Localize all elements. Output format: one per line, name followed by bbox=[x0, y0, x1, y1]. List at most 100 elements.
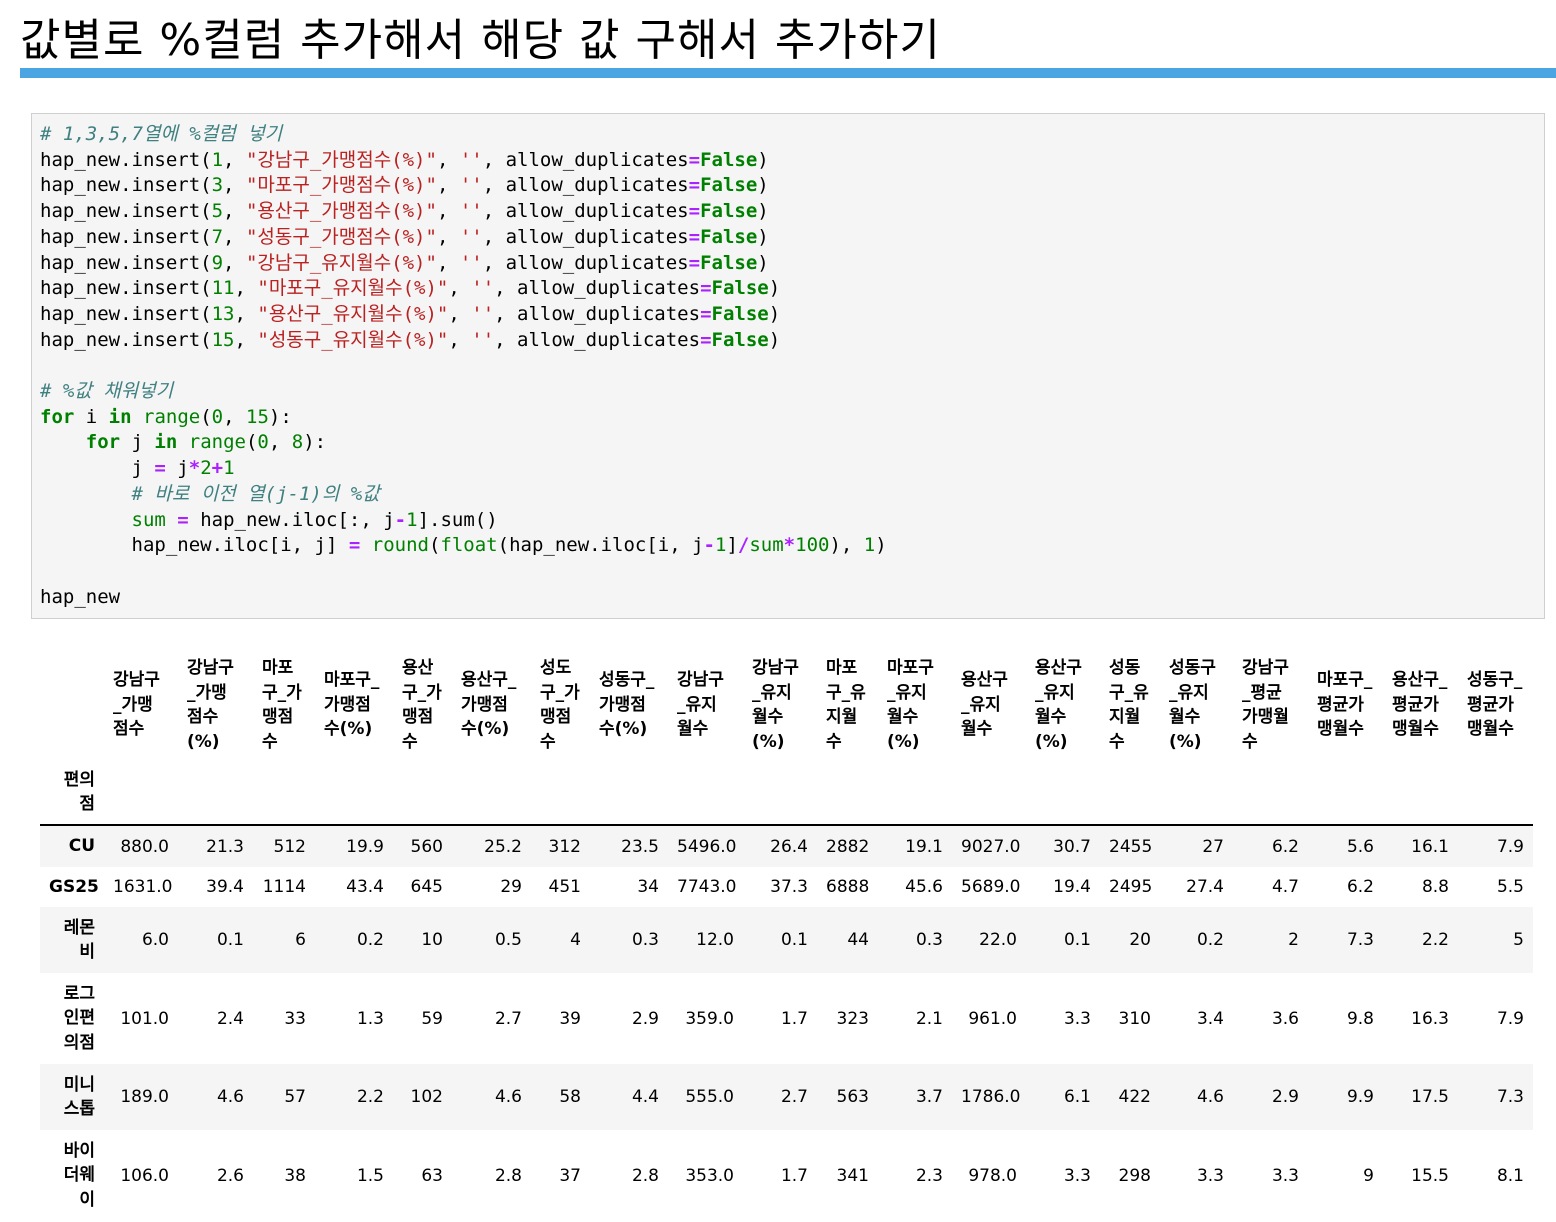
code-line: # 1,3,5,7열에 %컬럼 넣기 bbox=[40, 123, 282, 145]
table-cell: 353.0 bbox=[685, 1165, 734, 1186]
table-cell: 2.2 bbox=[1421, 930, 1449, 950]
table-cell: 10 bbox=[421, 930, 443, 950]
table-cell: 310 bbox=[1118, 1008, 1151, 1029]
table-cell: 2495 bbox=[1109, 877, 1153, 897]
code-token: hap_new.insert( bbox=[40, 174, 212, 197]
code-token: 100 bbox=[795, 534, 830, 557]
code-token: ) bbox=[757, 174, 769, 197]
code-editor[interactable]: # 1,3,5,7열에 %컬럼 넣기 hap_new.insert(1, "강남… bbox=[32, 114, 1544, 610]
index-name-spacer bbox=[104, 760, 1533, 826]
code-token: False bbox=[700, 251, 758, 274]
table-cell: 2.8 bbox=[494, 1165, 522, 1186]
code-line: hap_new.insert(3, "마포구_가맹점수(%)", '', all… bbox=[40, 174, 769, 196]
code-line: hap_new.insert(11, "마포구_유지월수(%)", '', al… bbox=[40, 277, 780, 299]
code-token: False bbox=[711, 302, 769, 325]
code-token: , bbox=[436, 148, 460, 171]
code-token: , bbox=[234, 328, 258, 351]
table-cell: 6 bbox=[295, 930, 306, 950]
code-token: = bbox=[700, 302, 712, 325]
code-token: , bbox=[223, 174, 246, 197]
table-cell: 7.3 bbox=[1346, 930, 1374, 950]
table-cell: 0.2 bbox=[1196, 930, 1224, 950]
code-token: hap_new.insert( bbox=[40, 148, 212, 171]
column-header: 용산 구_가 맹점 수 bbox=[402, 658, 442, 752]
code-token: "용산구_가맹점수(%)" bbox=[245, 200, 437, 223]
table-cell: 7743.0 bbox=[677, 877, 737, 897]
code-token: i bbox=[74, 405, 109, 428]
page-title: 값별로 %컬럼 추가해서 해당 값 구해서 추가하기 bbox=[20, 15, 941, 66]
code-token: '' bbox=[459, 251, 483, 274]
code-token: , bbox=[234, 277, 258, 300]
title-underline bbox=[20, 68, 1556, 78]
table-cell: 102 bbox=[410, 1087, 443, 1107]
code-token: - bbox=[703, 534, 715, 557]
table-cell: 57 bbox=[284, 1087, 306, 1107]
code-line: # %값 채워넣기 bbox=[40, 380, 173, 402]
table-cell: 645 bbox=[410, 877, 443, 897]
code-token: hap_new.insert( bbox=[40, 328, 212, 351]
code-token: False bbox=[711, 277, 769, 300]
code-token: ( bbox=[245, 431, 258, 454]
table-cell: 3.3 bbox=[1063, 1008, 1091, 1029]
table-row: 미니 스톱 189.0 4.6 57 2.2 102 4.6 58 4.4 555.0 2.7 563… bbox=[40, 1064, 1533, 1130]
table-cell: 6.0 bbox=[141, 930, 169, 950]
table-cell: 2.7 bbox=[494, 1008, 522, 1029]
table-cell: 2882 bbox=[826, 836, 870, 857]
column-header: 성동구 _유지 월수 (%) bbox=[1169, 658, 1216, 752]
code-token: "마포구_유지월수(%)" bbox=[257, 277, 449, 300]
code-line: hap_new.insert(5, "용산구_가맹점수(%)", '', all… bbox=[40, 200, 769, 222]
column-header: 강남구 _가맹 점수 (%) bbox=[187, 658, 234, 752]
code-token: , bbox=[436, 225, 460, 248]
code-token: ) bbox=[768, 277, 781, 300]
code-token: , bbox=[223, 225, 246, 248]
table-cell: 2.1 bbox=[915, 1008, 943, 1029]
table-cell: 323 bbox=[836, 1008, 869, 1029]
code-token: 0 bbox=[257, 431, 269, 454]
table-cell: 5.5 bbox=[1496, 877, 1524, 897]
table-cell: 298 bbox=[1118, 1165, 1151, 1186]
table-cell: 7.3 bbox=[1496, 1087, 1524, 1107]
table-cell: 961.0 bbox=[968, 1008, 1017, 1029]
code-token: ) bbox=[875, 534, 887, 557]
column-header: 강남구 _유지 월수 (%) bbox=[752, 658, 799, 752]
column-header: 용산구_ 가맹점 수(%) bbox=[461, 670, 517, 740]
table-cell: 101.0 bbox=[120, 1008, 169, 1029]
code-token: ) bbox=[757, 225, 769, 248]
table-cell: 27.4 bbox=[1186, 877, 1224, 897]
code-line: hap_new.insert(1, "강남구_가맹점수(%)", '', all… bbox=[40, 149, 769, 171]
code-token: = bbox=[688, 225, 701, 248]
table-cell: 451 bbox=[548, 877, 581, 897]
code-line: # 바로 이전 열(j-1)의 %값 bbox=[40, 483, 380, 505]
code-token: , bbox=[448, 277, 472, 300]
code-cell[interactable]: # 1,3,5,7열에 %컬럼 넣기 hap_new.insert(1, "강남… bbox=[31, 113, 1545, 619]
code-token: "마포구_가맹점수(%)" bbox=[245, 174, 437, 197]
table-cell: 2 bbox=[1288, 930, 1299, 950]
code-token: in bbox=[154, 431, 178, 454]
code-token: = bbox=[348, 534, 361, 557]
code-token: 13 bbox=[211, 302, 235, 325]
code-token: 15 bbox=[211, 328, 235, 351]
table-cell: 2.2 bbox=[356, 1087, 384, 1107]
table-cell: 563 bbox=[836, 1087, 869, 1107]
table-cell: 20 bbox=[1129, 930, 1151, 950]
table-cell: 3.6 bbox=[1271, 1008, 1299, 1029]
code-token: * bbox=[188, 457, 201, 480]
code-token: hap_new.iloc[:, j bbox=[188, 508, 395, 531]
code-token: range bbox=[143, 405, 201, 428]
row-index-label: 바이 더웨 이 bbox=[63, 1140, 95, 1210]
column-header: 마포구 _유지 월수 (%) bbox=[887, 658, 934, 752]
code-token: ): bbox=[268, 405, 292, 428]
code-token: ) bbox=[757, 200, 769, 223]
column-header-row: 강남구 _가맹 점수 강남구 _가맹 점수 (%) 마포 구_가 맹점 수 마포구_ … bbox=[40, 650, 1533, 760]
code-token: , allow_duplicates bbox=[482, 174, 689, 197]
table-cell: 43.4 bbox=[346, 877, 384, 897]
table-cell: 6888 bbox=[826, 877, 870, 897]
table-cell: 2.8 bbox=[631, 1165, 659, 1186]
table-cell: 359.0 bbox=[685, 1008, 734, 1029]
table-cell: 1.7 bbox=[780, 1008, 808, 1029]
code-token: , bbox=[223, 200, 246, 223]
table-cell: 63 bbox=[421, 1165, 443, 1186]
table-cell: 0.3 bbox=[631, 930, 659, 950]
